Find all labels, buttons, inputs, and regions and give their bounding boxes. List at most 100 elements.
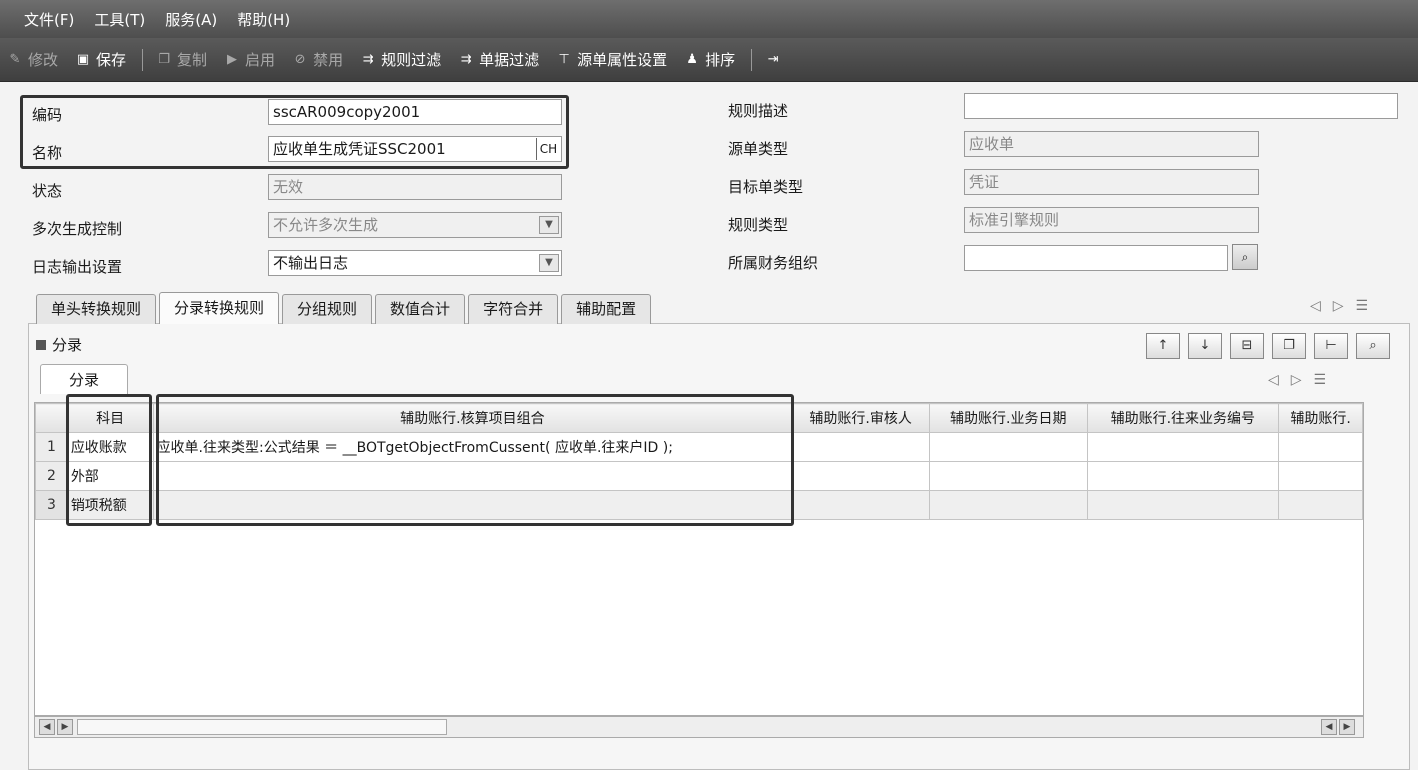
scroll-left-icon[interactable]: ◀ (1321, 719, 1337, 735)
cell-aux-date[interactable] (928, 461, 1088, 491)
document-filter-button[interactable]: ⇉ 单据过滤 (457, 49, 539, 70)
scroll-right-icon[interactable]: ▶ (57, 719, 73, 735)
rule-type-label: 规则类型 (728, 216, 789, 234)
cell-aux-more[interactable] (1278, 490, 1363, 520)
tab-nav-arrows[interactable]: ◁▷☰ (1310, 298, 1380, 314)
cell-account[interactable]: 销项税额 (66, 490, 154, 520)
col-header-aux-more[interactable]: 辅助账行. (1278, 403, 1363, 433)
copy-button[interactable]: ❐ 复制 (155, 49, 207, 70)
target-type-field: 凭证 (964, 169, 1259, 195)
code-field[interactable]: sscAR009copy2001 (268, 99, 562, 125)
cell-account[interactable]: 外部 (66, 461, 154, 491)
cell-aux-combo[interactable] (152, 490, 793, 520)
col-header-aux-combo[interactable]: 辅助账行.核算项目组合 (152, 403, 793, 433)
tab-header-rules[interactable]: 单头转换规则 (36, 294, 157, 324)
disable-button[interactable]: ⊘ 禁用 (291, 49, 343, 70)
exit-button[interactable]: ⇥ (764, 52, 786, 67)
col-header-rownum (35, 403, 68, 433)
col-header-account[interactable]: 科目 (66, 403, 154, 433)
collapse-square-icon[interactable] (36, 340, 46, 350)
cell-aux-reviewer[interactable] (791, 461, 930, 491)
table-row[interactable]: 2 外部 (35, 461, 1363, 491)
sort-button[interactable]: ♟ 排序 (683, 49, 735, 70)
edit-button[interactable]: ✎ 修改 (6, 49, 58, 70)
enable-button[interactable]: ▶ 启用 (223, 49, 275, 70)
menu-service[interactable]: 服务(A) (165, 9, 217, 30)
chevron-down-icon[interactable]: ▼ (539, 254, 559, 272)
filter-icon: ⇉ (460, 52, 472, 67)
grid-toolbar: ↑ ↓ ⊟ ❐ ⊢ ⌕ (1146, 333, 1398, 359)
tab-aux-config[interactable]: 辅助配置 (561, 294, 652, 324)
table-header-row: 科目 辅助账行.核算项目组合 辅助账行.审核人 辅助账行.业务日期 辅助账行.往… (35, 403, 1363, 433)
toolbar-separator (751, 48, 753, 71)
col-header-aux-reviewer[interactable]: 辅助账行.审核人 (791, 403, 930, 433)
cell-aux-reviewer[interactable] (791, 490, 930, 520)
menu-help[interactable]: 帮助(H) (237, 9, 290, 30)
rule-desc-label: 规则描述 (728, 102, 789, 120)
finance-org-field[interactable] (964, 245, 1228, 271)
scrollbar-thumb[interactable] (77, 719, 447, 735)
col-header-aux-bizno[interactable]: 辅助账行.往来业务编号 (1086, 403, 1280, 433)
col-header-aux-date[interactable]: 辅助账行.业务日期 (928, 403, 1088, 433)
log-output-value: 不输出日志 (273, 254, 349, 272)
name-field[interactable]: 应收单生成凭证SSC2001 CH (268, 136, 562, 162)
code-label: 编码 (32, 106, 63, 124)
status-label: 状态 (32, 182, 63, 200)
cell-aux-more[interactable] (1278, 432, 1363, 462)
rule-type-field: 标准引擎规则 (964, 207, 1259, 233)
multi-gen-select[interactable]: 不允许多次生成 ▼ (268, 212, 562, 238)
save-button[interactable]: ▣ 保存 (74, 49, 126, 70)
entry-grid: 科目 辅助账行.核算项目组合 辅助账行.审核人 辅助账行.业务日期 辅助账行.往… (34, 402, 1364, 716)
cell-aux-combo[interactable] (152, 461, 793, 491)
menu-bar: 文件(F) 工具(T) 服务(A) 帮助(H) (0, 0, 1418, 38)
scroll-right-icon[interactable]: ▶ (1339, 719, 1355, 735)
rule-tabs: 单头转换规则 分录转换规则 分组规则 数值合计 字符合并 辅助配置 (36, 292, 654, 324)
log-output-label: 日志输出设置 (32, 258, 123, 276)
table-row[interactable]: 3 销项税额 (35, 490, 1363, 520)
rule-filter-button[interactable]: ⇉ 规则过滤 (359, 49, 441, 70)
subtab-nav-arrows[interactable]: ◁▷☰ (1268, 372, 1338, 388)
horizontal-scrollbar[interactable]: ◀ ▶ ◀ ▶ (34, 716, 1364, 738)
cell-aux-date[interactable] (928, 432, 1088, 462)
cell-aux-combo[interactable]: 应收单.往来类型:公式结果 ＝ __BOTgetObjectFromCussen… (152, 432, 793, 462)
log-output-select[interactable]: 不输出日志 ▼ (268, 250, 562, 276)
row-number: 1 (35, 432, 68, 462)
search-icon[interactable]: ⌕ (1232, 244, 1258, 270)
rule-desc-field[interactable] (964, 93, 1398, 119)
scroll-left-icon[interactable]: ◀ (39, 719, 55, 735)
insert-row-icon[interactable]: ⊟ (1230, 333, 1264, 359)
source-type-field: 应收单 (964, 131, 1259, 157)
tab-sum[interactable]: 数值合计 (375, 294, 466, 324)
source-attr-button[interactable]: ⊤ 源单属性设置 (555, 49, 667, 70)
save-icon: ▣ (76, 52, 90, 67)
section-title: 分录 (36, 334, 82, 355)
menu-tools[interactable]: 工具(T) (94, 9, 145, 30)
menu-file[interactable]: 文件(F) (24, 9, 74, 30)
tab-entry-rules[interactable]: 分录转换规则 (159, 292, 280, 324)
subtab-entry[interactable]: 分录 (40, 364, 128, 394)
toolbar-separator (142, 48, 144, 71)
disable-icon: ⊘ (294, 52, 306, 67)
edit-icon: ✎ (9, 52, 21, 67)
tab-group-rules[interactable]: 分组规则 (282, 294, 373, 324)
cell-aux-reviewer[interactable] (791, 432, 930, 462)
cell-aux-more[interactable] (1278, 461, 1363, 491)
copy-row-icon[interactable]: ❐ (1272, 333, 1306, 359)
cell-account[interactable]: 应收账款 (66, 432, 154, 462)
tree-icon[interactable]: ⊢ (1314, 333, 1348, 359)
cell-aux-bizno[interactable] (1086, 461, 1280, 491)
multi-gen-label: 多次生成控制 (32, 220, 123, 238)
table-row[interactable]: 1 应收账款 应收单.往来类型:公式结果 ＝ __BOTgetObjectFro… (35, 432, 1363, 462)
cell-aux-bizno[interactable] (1086, 432, 1280, 462)
move-down-icon[interactable]: ↓ (1188, 333, 1222, 359)
chevron-down-icon[interactable]: ▼ (539, 216, 559, 234)
move-up-icon[interactable]: ↑ (1146, 333, 1180, 359)
search-icon[interactable]: ⌕ (1356, 333, 1390, 359)
exit-icon: ⇥ (767, 52, 779, 67)
tab-string-merge[interactable]: 字符合并 (468, 294, 559, 324)
row-number: 2 (35, 461, 68, 491)
cell-aux-bizno[interactable] (1086, 490, 1280, 520)
name-value: 应收单生成凭证SSC2001 (273, 140, 446, 158)
cell-aux-date[interactable] (928, 490, 1088, 520)
language-button[interactable]: CH (536, 138, 560, 160)
